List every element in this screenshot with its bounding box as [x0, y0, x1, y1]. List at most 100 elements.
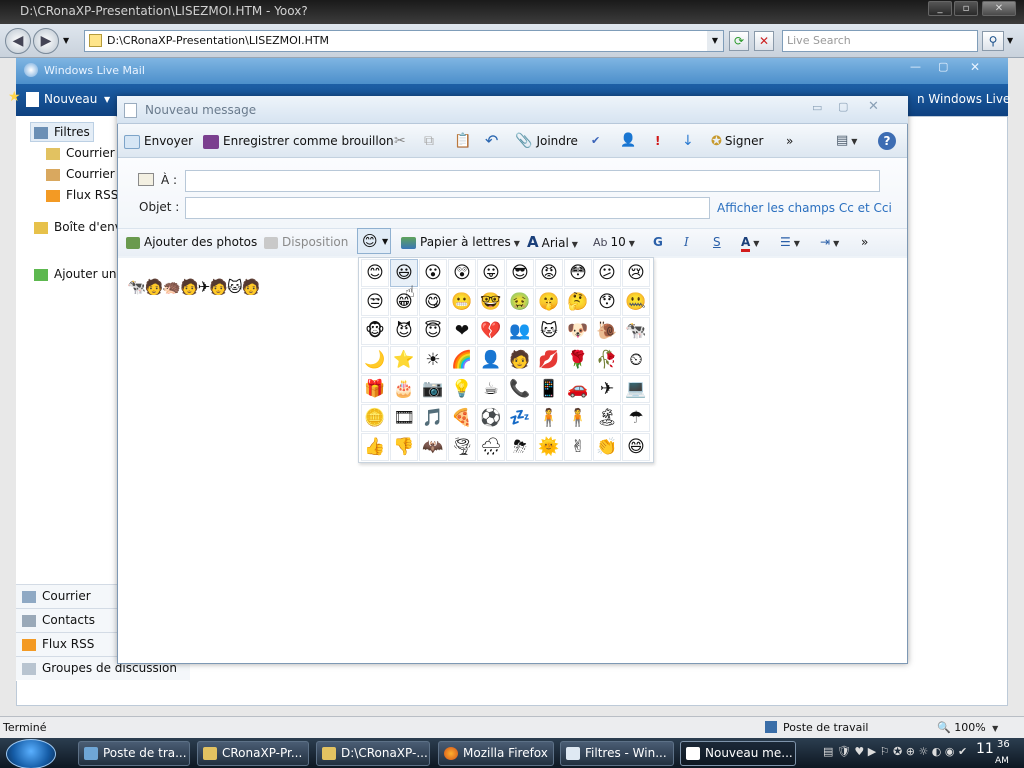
emoticon-cell[interactable]: ❤ — [448, 317, 476, 345]
emoticon-cell[interactable]: 🌧 — [477, 433, 505, 461]
toolbar-more-button[interactable]: » — [786, 131, 793, 151]
emoticon-cell[interactable]: 🐄 — [622, 317, 650, 345]
address-book-icon[interactable] — [138, 173, 154, 186]
task-button-folder-2[interactable]: D:\CRonaXP-... — [316, 741, 430, 766]
emoticon-cell[interactable]: 🥀 — [593, 346, 621, 374]
emoticon-cell[interactable]: 😇 — [419, 317, 447, 345]
emoticon-cell[interactable]: 😛 — [477, 259, 505, 287]
task-button-firefox[interactable]: Mozilla Firefox — [438, 741, 554, 766]
emoticon-cell[interactable]: 🧍 — [535, 404, 563, 432]
forward-icon[interactable]: ▶ — [33, 28, 59, 54]
add-photos-button[interactable]: Ajouter des photos — [126, 233, 257, 251]
emoticon-cell[interactable]: 👤 — [477, 346, 505, 374]
emoticon-cell[interactable]: 🚗 — [564, 375, 592, 403]
emoticon-cell[interactable]: 💋 — [535, 346, 563, 374]
emoticon-cell[interactable]: 🤢 — [506, 288, 534, 316]
emoticon-cell[interactable]: 🪙 — [361, 404, 389, 432]
emoticon-cell[interactable]: 😬 — [448, 288, 476, 316]
wlm-maximize-button[interactable]: ▢ — [938, 60, 948, 73]
emoticon-cell[interactable]: 👎 — [390, 433, 418, 461]
filters-item[interactable]: Filtres — [34, 122, 90, 142]
emoticon-cell[interactable]: 🧑 — [506, 346, 534, 374]
emoticon-cell[interactable]: 🤫 — [535, 288, 563, 316]
contacts-check-icon[interactable]: 👤 — [620, 131, 636, 151]
emoticon-cell[interactable]: ☀ — [419, 346, 447, 374]
emoticon-button[interactable]: 😊 ▼ — [357, 228, 391, 254]
emoticon-cell[interactable]: 🤓 — [477, 288, 505, 316]
emoticon-cell[interactable]: 🌈 — [448, 346, 476, 374]
subject-field[interactable] — [185, 197, 710, 219]
emoticon-cell[interactable]: ⭐ — [390, 346, 418, 374]
emoticon-cell[interactable]: 📱 — [535, 375, 563, 403]
zoom-control[interactable]: 🔍 100% ▼ — [937, 718, 998, 739]
emoticon-cell[interactable]: ✈ — [593, 375, 621, 403]
emoticon-cell[interactable]: 😊 — [361, 259, 389, 287]
emoticon-cell[interactable]: 🎂 — [390, 375, 418, 403]
search-icon[interactable]: ⚲ — [982, 31, 1004, 51]
emoticon-cell[interactable]: 🤐 — [622, 288, 650, 316]
emoticon-cell[interactable]: ✌ — [564, 433, 592, 461]
emoticon-cell[interactable]: 😢 — [622, 259, 650, 287]
stationery-button[interactable]: Papier à lettres ▼ — [401, 233, 520, 251]
emoticon-cell[interactable]: 🌞 — [535, 433, 563, 461]
emoticon-cell[interactable]: 🏝 — [593, 404, 621, 432]
bold-button[interactable]: G — [653, 233, 663, 251]
search-input[interactable]: Live Search — [782, 30, 978, 52]
emoticon-cell[interactable]: 🐌 — [593, 317, 621, 345]
emoticon-cell[interactable]: 👍 — [361, 433, 389, 461]
underline-button[interactable]: S — [713, 233, 721, 251]
history-dropdown-icon[interactable]: ▼ — [63, 36, 69, 45]
emoticon-cell[interactable]: ☂ — [622, 404, 650, 432]
emoticon-cell[interactable]: 😯 — [593, 288, 621, 316]
emoticon-cell[interactable]: 🐱 — [535, 317, 563, 345]
emoticon-cell[interactable]: 📞 — [506, 375, 534, 403]
emoticon-cell[interactable]: 💤 — [506, 404, 534, 432]
wlm-close-button[interactable]: ✕ — [970, 60, 980, 74]
emoticon-cell[interactable]: 😄 — [622, 433, 650, 461]
signin-link[interactable]: n Windows Live — [917, 92, 1010, 106]
emoticon-cell[interactable]: 😕 — [593, 259, 621, 287]
spellcheck-icon[interactable]: ✔ — [591, 131, 600, 151]
reload-icon[interactable]: ⟳ — [729, 31, 749, 51]
font-select[interactable]: A Arial ▼ — [527, 233, 578, 251]
task-button-live-mail[interactable]: Filtres - Win... — [560, 741, 674, 766]
stop-icon[interactable]: ✕ — [754, 31, 774, 51]
emoticon-cell[interactable]: ⛈ — [506, 433, 534, 461]
sidebar-item-rss[interactable]: Flux RSS — [46, 185, 118, 205]
sidebar-item-outbox[interactable]: Boîte d'envo — [34, 217, 129, 237]
close-button[interactable]: ✕ — [982, 1, 1016, 16]
task-button-computer[interactable]: Poste de tra... — [78, 741, 190, 766]
favorite-star-icon[interactable]: ★ — [8, 90, 21, 104]
emoticon-cell[interactable]: 😮 — [419, 259, 447, 287]
font-color-button[interactable]: A ▼ — [741, 233, 759, 252]
indent-button[interactable]: ⇥ ▼ — [820, 233, 839, 251]
emoticon-cell[interactable]: 😈 — [390, 317, 418, 345]
emoticon-cell[interactable]: 🐵 — [361, 317, 389, 345]
view-options-icon[interactable]: ▤ ▼ — [836, 131, 857, 151]
emoticon-cell[interactable]: 🧍 — [564, 404, 592, 432]
copy-icon[interactable]: ⧉ — [424, 131, 434, 151]
start-button[interactable] — [6, 739, 56, 768]
emoticon-cell[interactable]: 😎 — [506, 259, 534, 287]
system-tray[interactable]: ▤ 🛡 ♥ ▶ ⚐ ✪ ⊕ ☼ ◐ ◉ ✔ — [823, 745, 973, 761]
sidebar-item-add-account[interactable]: Ajouter un c — [34, 264, 127, 284]
layout-button[interactable]: Disposition — [264, 233, 348, 251]
font-size-select[interactable]: Ab 10 ▼ — [593, 233, 635, 251]
clock[interactable]: 11 36 AM — [976, 739, 1010, 766]
format-more-button[interactable]: » — [861, 233, 868, 251]
task-button-new-message[interactable]: Nouveau me... — [680, 741, 796, 766]
undo-icon[interactable]: ↶ — [485, 131, 498, 151]
attach-button[interactable]: 📎 Joindre — [515, 131, 578, 151]
emoticon-cell[interactable]: 🐶 — [564, 317, 592, 345]
emoticon-cell[interactable]: 😲 — [448, 259, 476, 287]
list-button[interactable]: ☰ ▼ — [780, 233, 800, 251]
emoticon-cell[interactable]: 🤔 — [564, 288, 592, 316]
italic-button[interactable]: I — [684, 233, 689, 251]
sidebar-item-mail-2[interactable]: Courrier — [46, 164, 115, 184]
sidebar-item-mail-1[interactable]: Courrier — [46, 143, 115, 163]
emoticon-cell[interactable]: 🦇 — [419, 433, 447, 461]
message-body-content[interactable]: 🐄🧑🦔🧑✈🧑🐱🧑 — [127, 278, 260, 296]
dialog-minimize-button[interactable]: ▭ — [812, 101, 822, 114]
help-icon[interactable]: ? — [878, 132, 896, 150]
new-dropdown-icon[interactable]: ▼ — [104, 95, 110, 104]
